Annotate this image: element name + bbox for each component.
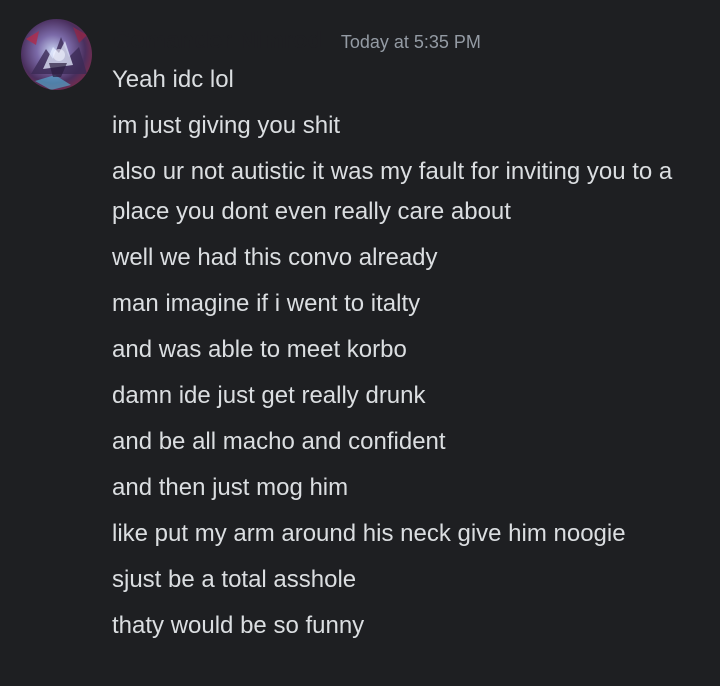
message-text[interactable]: like put my arm around his neck give him… xyxy=(112,514,702,554)
message-text[interactable]: man imagine if i went to italty xyxy=(112,284,702,324)
timestamp[interactable]: Today at 5:35 PM xyxy=(341,25,481,59)
message-text[interactable]: thaty would be so funny xyxy=(112,606,702,646)
message-text[interactable]: sjust be a total asshole xyxy=(112,560,702,600)
message-group: Comander Nimrod Today at 5:35 PM Yeah id… xyxy=(0,0,720,686)
message-header: Comander Nimrod Today at 5:35 PM xyxy=(113,24,481,58)
message-text[interactable]: also ur not autistic it was my fault for… xyxy=(112,152,702,232)
username[interactable]: Comander Nimrod xyxy=(113,24,322,58)
message-text[interactable]: im just giving you shit xyxy=(112,106,702,146)
user-avatar-icon[interactable] xyxy=(21,19,92,90)
message-text[interactable]: and was able to meet korbo xyxy=(112,330,702,370)
message-list: Yeah idc lol im just giving you shit als… xyxy=(112,60,702,652)
message-text[interactable]: well we had this convo already xyxy=(112,238,702,278)
message-text[interactable]: damn ide just get really drunk xyxy=(112,376,702,416)
message-text[interactable]: and be all macho and confident xyxy=(112,422,702,462)
message-text[interactable]: and then just mog him xyxy=(112,468,702,508)
message-text[interactable]: Yeah idc lol xyxy=(112,60,702,100)
